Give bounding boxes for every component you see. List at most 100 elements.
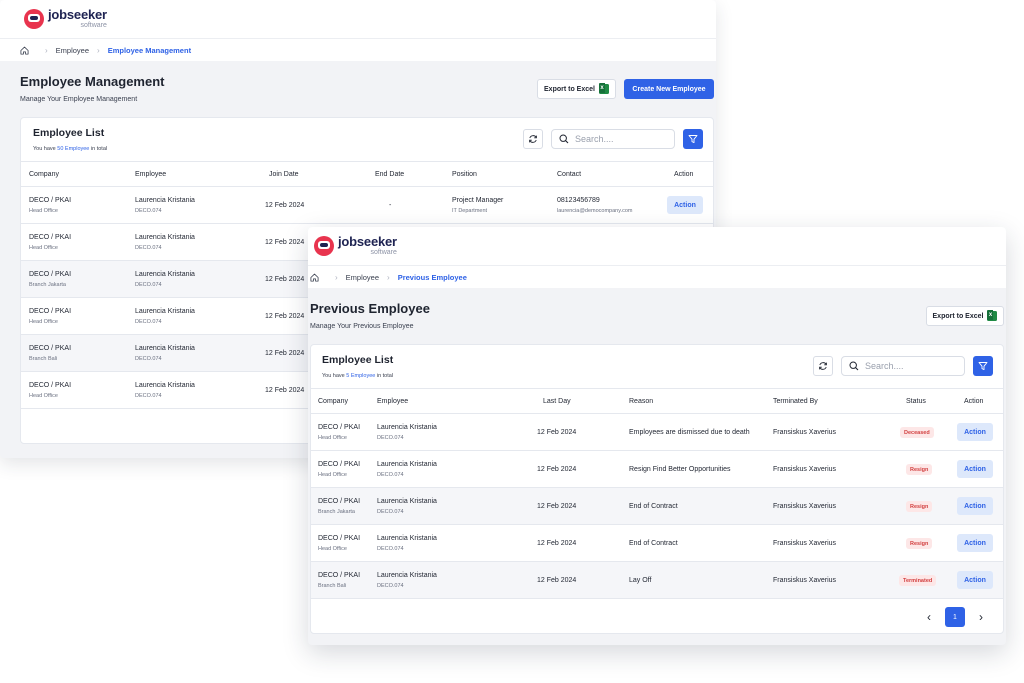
table-row[interactable]: DECO / PKAI Branch Jakarta Laurencia Kris…: [311, 488, 1003, 525]
brand-name: jobseeker: [48, 7, 107, 22]
action-button[interactable]: Action: [957, 423, 993, 441]
column-header[interactable]: Company: [318, 398, 348, 405]
office-cell: Head Office: [29, 207, 58, 214]
list-title: Employee List: [33, 127, 105, 139]
search-input[interactable]: [865, 361, 955, 371]
top-bar: jobseeker software: [0, 0, 716, 38]
contact-email: laurencia@democompany.com: [557, 207, 633, 214]
chevron-left-icon[interactable]: ‹: [927, 611, 931, 623]
page-title: Employee Management: [20, 74, 165, 89]
breadcrumb-employee[interactable]: Employee: [56, 46, 89, 55]
column-header[interactable]: Company: [29, 171, 59, 178]
brand-logo[interactable]: jobseeker software: [24, 8, 107, 29]
terminated-by: Fransiskus Xaverius: [773, 577, 837, 584]
department: IT Department: [452, 207, 488, 214]
company-cell: DECO / PKAI: [29, 197, 72, 204]
employee-count: You have 5 Employee in total: [322, 373, 394, 379]
employee-name: Laurencia Kristania: [377, 572, 437, 579]
end-date: -: [389, 202, 392, 209]
column-header[interactable]: Status: [906, 398, 926, 405]
employee-id: DECO.074: [377, 545, 404, 552]
company-cell: DECO / PKAI: [29, 271, 72, 278]
employee-name: Laurencia Kristania: [135, 308, 195, 315]
column-header[interactable]: Action: [964, 398, 983, 405]
employee-id: DECO.074: [135, 244, 162, 251]
export-label: Export to Excel: [932, 312, 984, 320]
column-header[interactable]: Terminated By: [773, 398, 818, 405]
count-link[interactable]: 5 Employee: [346, 373, 375, 379]
employee-id: DECO.074: [377, 508, 404, 515]
office-cell: Branch Bali: [318, 582, 347, 589]
column-header[interactable]: Reason: [629, 398, 653, 405]
join-date: 12 Feb 2024: [265, 276, 305, 283]
breadcrumb-current: Previous Employee: [397, 272, 467, 282]
office-cell: Head Office: [318, 434, 347, 441]
table-row[interactable]: DECO / PKAI Head Office Laurencia Kristan…: [311, 451, 1003, 488]
brand-sub: software: [370, 249, 397, 256]
office-cell: Branch Jakarta: [318, 508, 355, 515]
column-header[interactable]: Employee: [135, 171, 166, 178]
table-row[interactable]: DECO / PKAI Branch Bali Laurencia Kristan…: [311, 562, 1003, 599]
action-button[interactable]: Action: [957, 497, 993, 515]
employee-id: DECO.074: [135, 392, 162, 399]
filter-button[interactable]: [973, 356, 993, 376]
employee-name: Laurencia Kristania: [135, 271, 195, 278]
search-icon: [559, 134, 569, 144]
office-cell: Branch Bali: [29, 355, 58, 362]
table-row[interactable]: DECO / PKAI Head Office Laurencia Kristan…: [21, 187, 713, 224]
page-number-button[interactable]: 1: [945, 607, 965, 627]
breadcrumb-current: Employee Management: [107, 45, 192, 55]
home-icon[interactable]: [310, 273, 319, 282]
column-header[interactable]: Join Date: [269, 171, 299, 178]
column-header[interactable]: Contact: [557, 171, 581, 178]
employee-list-card: Employee List You have 5 Employee in tot…: [310, 344, 1004, 634]
company-cell: DECO / PKAI: [29, 308, 72, 315]
brand-name: jobseeker: [338, 234, 397, 249]
action-button[interactable]: Action: [957, 571, 993, 589]
pagination: ‹ 1 ›: [927, 607, 983, 627]
refresh-button[interactable]: [813, 356, 833, 376]
employee-name: Laurencia Kristania: [377, 498, 437, 505]
chevron-right-icon: ›: [335, 272, 338, 282]
brand-logo[interactable]: jobseeker software: [314, 235, 397, 256]
create-employee-button[interactable]: Create New Employee: [624, 79, 714, 99]
reason: Employees are dismissed due to death: [629, 429, 750, 436]
position: Project Manager: [452, 197, 504, 204]
search-icon: [849, 361, 859, 371]
terminated-by: Fransiskus Xaverius: [773, 503, 837, 510]
column-header[interactable]: Last Day: [543, 398, 571, 405]
action-button[interactable]: Action: [957, 460, 993, 478]
status-badge: Resign: [906, 464, 933, 475]
search-input[interactable]: [575, 134, 665, 144]
table-row[interactable]: DECO / PKAI Head Office Laurencia Kristan…: [311, 414, 1003, 451]
office-cell: Head Office: [318, 545, 347, 552]
employee-id: DECO.074: [135, 207, 162, 214]
column-header[interactable]: Action: [674, 171, 693, 178]
status-badge: Resign: [906, 501, 933, 512]
table-row[interactable]: DECO / PKAI Head Office Laurencia Kristan…: [311, 525, 1003, 562]
action-button[interactable]: Action: [957, 534, 993, 552]
column-header[interactable]: End Date: [375, 171, 404, 178]
export-excel-button[interactable]: Export to Excel: [926, 306, 1004, 326]
employee-id: DECO.074: [135, 281, 162, 288]
company-cell: DECO / PKAI: [29, 382, 72, 389]
chevron-right-icon[interactable]: ›: [979, 611, 983, 623]
column-header[interactable]: Employee: [377, 398, 408, 405]
company-cell: DECO / PKAI: [318, 572, 361, 579]
column-header[interactable]: Position: [452, 171, 477, 178]
refresh-button[interactable]: [523, 129, 543, 149]
export-excel-button[interactable]: Export to Excel: [537, 79, 616, 99]
employee-name: Laurencia Kristania: [377, 535, 437, 542]
action-button[interactable]: Action: [667, 196, 703, 214]
home-icon[interactable]: [20, 46, 29, 55]
employee-name: Laurencia Kristania: [135, 197, 195, 204]
employee-id: DECO.074: [135, 355, 162, 362]
logo-icon: [24, 9, 44, 29]
table-header: Company Employee Join Date End Date Posi…: [21, 161, 713, 187]
filter-button[interactable]: [683, 129, 703, 149]
export-label: Export to Excel: [544, 85, 595, 93]
breadcrumb-employee[interactable]: Employee: [346, 273, 379, 282]
office-cell: Head Office: [29, 318, 58, 325]
company-cell: DECO / PKAI: [318, 424, 361, 431]
count-link[interactable]: 50 Employee: [57, 146, 89, 152]
